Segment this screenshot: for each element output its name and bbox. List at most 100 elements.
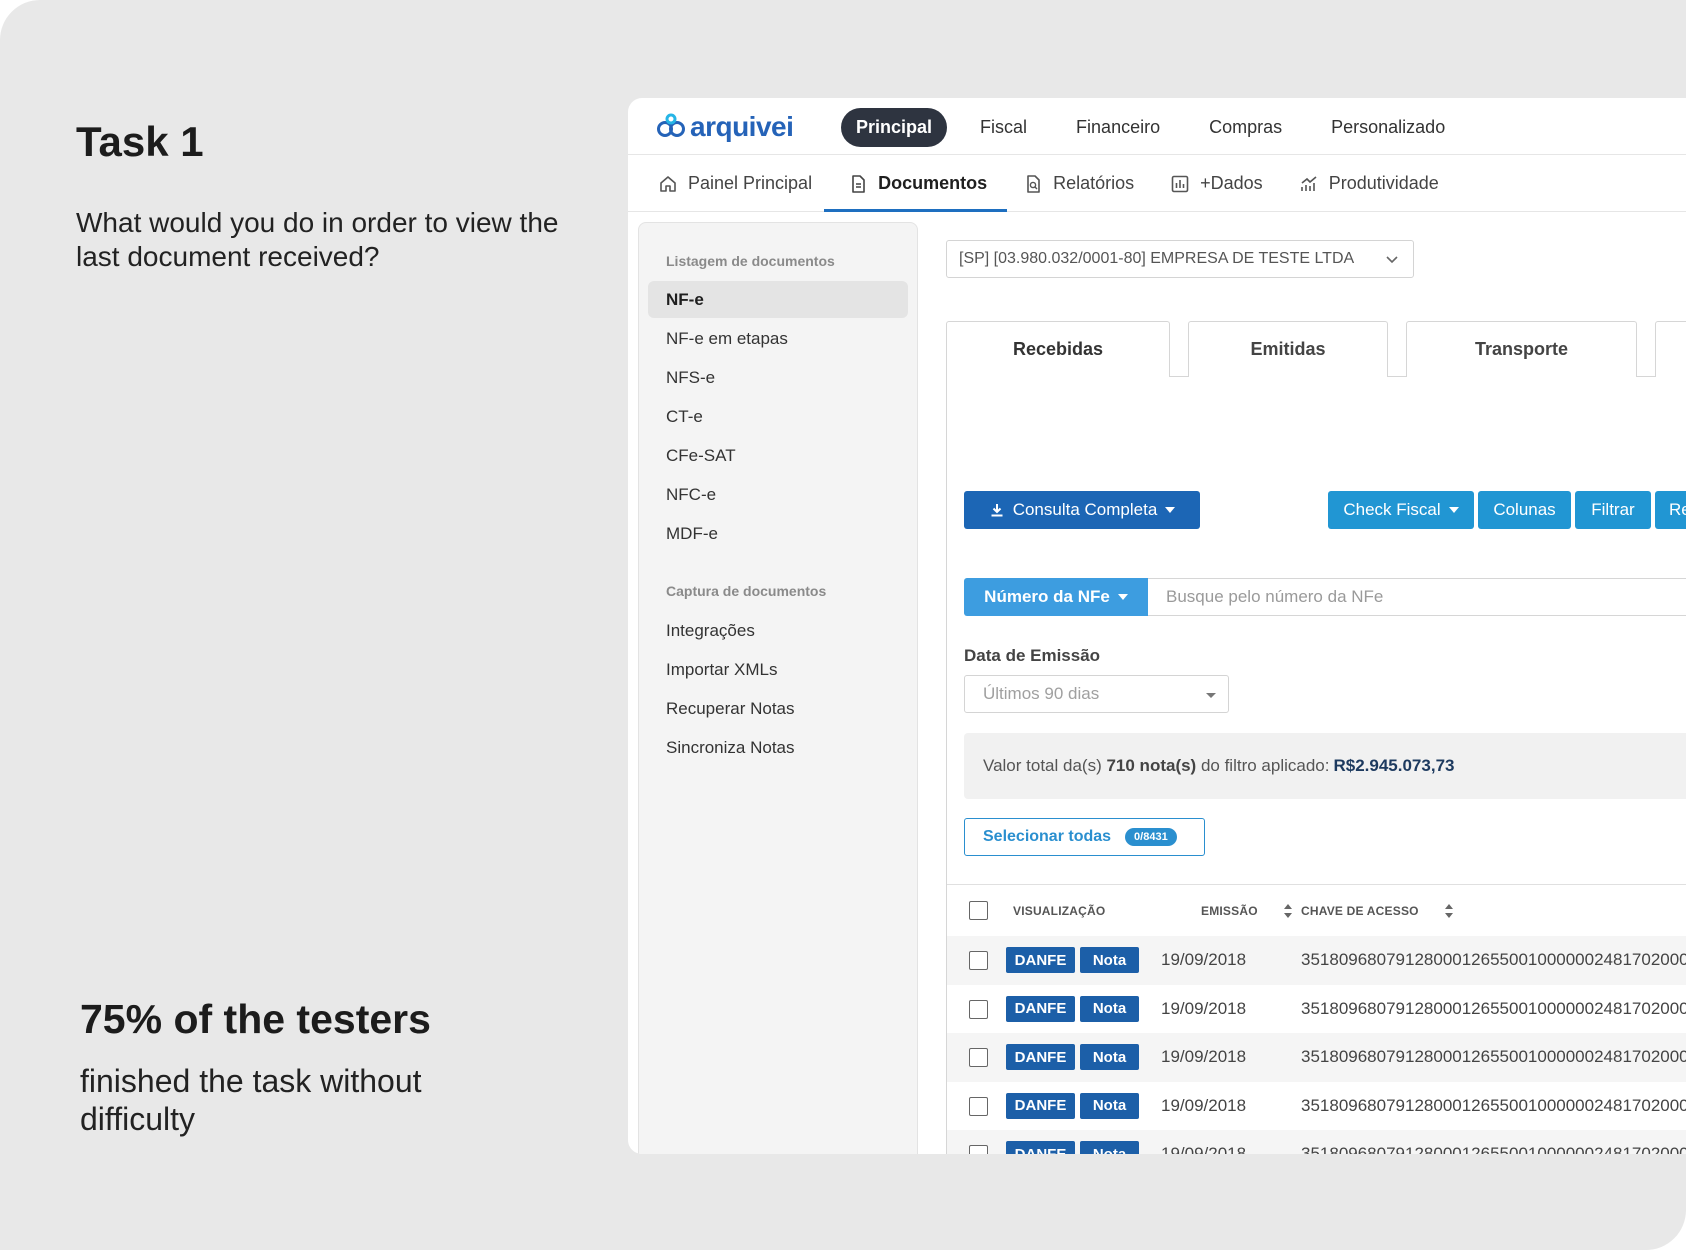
select-all-checkbox[interactable] [969, 901, 988, 920]
sub-tab-label: Relatórios [1053, 173, 1135, 193]
sort-icon[interactable] [1283, 903, 1293, 919]
table-row[interactable]: DANFE Nota 19/09/2018 351809680791280001265… [947, 1130, 1686, 1154]
table-header: VISUALIZAÇÃO EMISSÃO CHAVE DE ACESSO [947, 884, 1686, 936]
sidebar-item-nfse[interactable]: NFS-e [648, 359, 908, 396]
sidebar-item-recuperar-notas[interactable]: Recuperar Notas [648, 690, 908, 727]
sub-tab-dados[interactable]: +Dados [1170, 155, 1263, 212]
select-all-button[interactable]: Selecionar todas 0/8431 [964, 818, 1205, 856]
task-title: Task 1 [76, 118, 204, 165]
download-icon [991, 504, 1003, 517]
emission-date: 19/09/2018 [1161, 1095, 1247, 1115]
data-emissao-select[interactable]: Últimos 90 dias [964, 675, 1229, 713]
row-checkbox[interactable] [969, 999, 988, 1019]
nota-button[interactable]: Nota [1080, 947, 1139, 973]
summary-count: 710 nota(s) [1106, 756, 1197, 775]
task-question: What would you do in order to view the l… [76, 207, 559, 272]
nota-button[interactable]: Nota [1080, 995, 1139, 1022]
check-fiscal-button[interactable]: Check Fiscal [1328, 491, 1474, 529]
table-body: DANFE Nota 19/09/2018 351809680791280001265… [947, 936, 1686, 1154]
emission-date: 19/09/2018 [1161, 1047, 1247, 1066]
summary-prefix: Valor total da(s) [983, 756, 1102, 775]
top-tab-principal[interactable]: Principal [841, 108, 948, 147]
nota-button[interactable]: Nota [1080, 1141, 1139, 1154]
sub-tab-documentos[interactable]: Documentos [824, 155, 1008, 212]
search-field-dropdown[interactable]: Número da NFe [964, 578, 1148, 616]
top-tab-fiscal[interactable]: Fiscal [964, 108, 1043, 147]
row-checkbox[interactable] [969, 1145, 988, 1154]
select-all-label: Selecionar todas [983, 828, 1112, 845]
emission-date: 19/09/2018 [1161, 998, 1247, 1018]
top-tab-compras[interactable]: Compras [1193, 108, 1298, 147]
sub-navbar: Painel Principal Documentos Relatórios +… [628, 155, 1686, 212]
danfe-button[interactable]: DANFE [1006, 947, 1075, 973]
summary-middle: do filtro aplicado: [1200, 756, 1330, 775]
top-tab-financeiro[interactable]: Financeiro [1060, 108, 1176, 147]
caret-down-icon [1206, 693, 1216, 698]
danfe-button[interactable]: DANFE [1006, 1092, 1075, 1119]
home-icon [660, 175, 676, 192]
sub-tab-label: +Dados [1200, 173, 1263, 193]
company-select[interactable]: [SP] [03.980.032/0001-80] EMPRESA DE TES… [946, 240, 1414, 278]
row-checkbox[interactable] [969, 1096, 988, 1116]
tab-emitidas[interactable]: Emitidas [1188, 321, 1388, 377]
sidebar-item-importar-xmls[interactable]: Importar XMLs [648, 651, 908, 688]
partial-toolbar-button[interactable]: Re [1655, 491, 1686, 529]
filtrar-button[interactable]: Filtrar [1575, 491, 1651, 529]
sidebar-item-cfe-sat[interactable]: CFe-SAT [648, 437, 908, 474]
access-key: 3518096807912800012655001000000248170200… [1301, 1095, 1686, 1115]
row-checkbox[interactable] [969, 1048, 988, 1067]
sub-tab-painel-principal[interactable]: Painel Principal [658, 155, 812, 212]
nota-button[interactable]: Nota [1080, 1092, 1139, 1119]
sub-tab-relatorios[interactable]: Relatórios [1023, 155, 1134, 212]
top-navbar: arquivei Principal Fiscal Financeiro Com… [628, 98, 1686, 155]
report-search-icon [1027, 174, 1040, 193]
tab-recebidas[interactable]: Recebidas [946, 321, 1170, 377]
colunas-button[interactable]: Colunas [1478, 491, 1571, 529]
danfe-button[interactable]: DANFE [1006, 995, 1075, 1022]
sidebar-item-sincroniza-notas[interactable]: Sincroniza Notas [648, 729, 908, 766]
sub-tab-produtividade[interactable]: Produtividade [1299, 155, 1439, 212]
tab-more-partial[interactable] [1655, 321, 1686, 377]
top-tab-personalizado[interactable]: Personalizado [1315, 108, 1461, 147]
access-key: 3518096807912800012655001000000248170200… [1301, 998, 1686, 1018]
sub-tab-label: Produtividade [1328, 173, 1439, 193]
sidebar-item-integracoes[interactable]: Integrações [648, 612, 908, 649]
logo-text: arquivei [690, 111, 794, 142]
sidebar-item-nfe-em-etapas[interactable]: NF-e em etapas [648, 320, 908, 357]
header-chave-de-acesso[interactable]: CHAVE DE ACESSO [1301, 904, 1419, 918]
danfe-button[interactable]: DANFE [1006, 1044, 1075, 1070]
sidebar-item-cte[interactable]: CT-e [648, 398, 908, 435]
search-row: Número da NFe [964, 578, 1686, 616]
caret-down-icon [1448, 507, 1459, 513]
nota-button[interactable]: Nota [1080, 1044, 1139, 1070]
row-checkbox[interactable] [969, 951, 988, 970]
sidebar-item-mdfe[interactable]: MDF-e [648, 515, 908, 552]
search-input[interactable] [1148, 578, 1686, 616]
table-row[interactable]: DANFE Nota 19/09/2018 351809680791280001265… [947, 936, 1686, 985]
tab-transporte[interactable]: Transporte [1406, 321, 1637, 377]
emission-date: 19/09/2018 [1161, 950, 1247, 969]
table-row[interactable]: DANFE Nota 19/09/2018 351809680791280001265… [947, 985, 1686, 1034]
filter-summary: Valor total da(s) 710 nota(s) do filtro … [964, 733, 1686, 799]
consulta-completa-button[interactable]: Consulta Completa [964, 491, 1200, 529]
data-emissao-label: Data de Emissão [964, 646, 1101, 665]
table-row[interactable]: DANFE Nota 19/09/2018 351809680791280001265… [947, 1033, 1686, 1082]
caret-down-icon [1117, 594, 1128, 600]
table-row[interactable]: DANFE Nota 19/09/2018 351809680791280001265… [947, 1082, 1686, 1131]
sub-tab-label: Documentos [878, 173, 988, 193]
header-emissao[interactable]: EMISSÃO [1201, 904, 1258, 918]
sidebar-item-nfe[interactable]: NF-e [648, 281, 908, 318]
sort-icon[interactable] [1444, 903, 1454, 919]
caret-down-icon [1165, 507, 1176, 513]
sidebar-section-listagem: Listagem de documentos [666, 253, 835, 269]
danfe-button[interactable]: DANFE [1006, 1141, 1075, 1154]
select-all-count-badge: 0/8431 [1125, 828, 1177, 846]
access-key: 3518096807912800012655001000000248170200… [1301, 950, 1686, 969]
logo[interactable]: arquivei [656, 111, 794, 143]
emission-date: 19/09/2018 [1161, 1144, 1247, 1154]
app-window: arquivei Principal Fiscal Financeiro Com… [628, 98, 1686, 1154]
search-field-label: Número da NFe [984, 587, 1110, 606]
header-visualizacao: VISUALIZAÇÃO [1013, 903, 1106, 918]
sidebar-item-nfce[interactable]: NFC-e [648, 476, 908, 513]
trend-chart-icon [1300, 175, 1317, 191]
